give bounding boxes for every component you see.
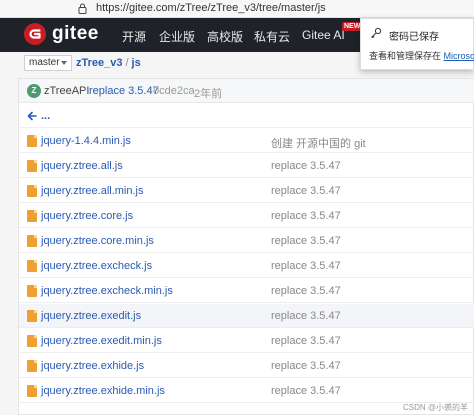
file-commit-message[interactable]: replace 3.5.47 [271,360,341,372]
commit-time: 2年前 [194,88,223,100]
file-commit-message[interactable]: replace 3.5.47 [271,160,341,172]
parent-directory-row[interactable]: ... [19,104,474,128]
table-row[interactable]: jquery-1.4.4.min.js 创建 开源中国的 git [19,129,474,153]
commit-author[interactable]: zTreeAPI [44,85,89,97]
gitee-logo-icon[interactable] [24,23,46,45]
popup-title: 密码已保存 [389,32,439,43]
lock-icon [78,3,87,14]
branch-bar: master zTree_v3/js [18,52,474,76]
nav-item-education[interactable]: 高校版 [207,28,243,45]
file-name[interactable]: jquery.ztree.core.js [41,210,133,222]
branch-name: master [29,57,60,68]
file-name[interactable]: jquery.ztree.all.js [41,160,123,172]
file-commit-message[interactable]: replace 3.5.47 [271,210,341,222]
file-name[interactable]: jquery.ztree.excheck.js [41,260,152,272]
js-file-icon [27,260,37,272]
breadcrumb-separator: / [125,57,129,69]
table-row[interactable]: jquery.ztree.exedit.min.js replace 3.5.4… [19,329,474,353]
table-row[interactable]: jquery.ztree.all.min.js replace 3.5.47 [19,179,474,203]
file-name[interactable]: jquery.ztree.exhide.min.js [41,385,165,397]
table-row[interactable]: jquery.ztree.excheck.min.js replace 3.5.… [19,279,474,303]
table-row[interactable]: jquery.ztree.exhide.min.js replace 3.5.4… [19,379,474,403]
file-name[interactable]: jquery.ztree.excheck.min.js [41,285,173,297]
table-row[interactable]: jquery.ztree.exhide.js replace 3.5.47 [19,354,474,378]
table-row[interactable]: jquery.ztree.core.js replace 3.5.47 [19,204,474,228]
js-file-icon [27,335,37,347]
nav-item-private-cloud[interactable]: 私有云 [254,28,290,45]
file-commit-message[interactable]: replace 3.5.47 [271,235,341,247]
key-icon [371,27,382,39]
js-file-icon [27,235,37,247]
table-row[interactable]: jquery.ztree.core.min.js replace 3.5.47 [19,229,474,253]
file-name[interactable]: jquery.ztree.exedit.min.js [41,335,162,347]
watermark: CSDN @小裘的羊 [402,403,468,412]
file-commit-message[interactable]: 创建 开源中国的 git [271,135,366,151]
latest-commit: Z zTreeAPI replace 3.5.47 0cde2ca 2年前 [19,79,474,103]
js-file-icon [27,360,37,372]
file-name[interactable]: jquery.ztree.all.min.js [41,185,144,197]
url-text: https://gitee.com/zTree/zTree_v3/tree/ma… [96,2,326,14]
file-table: Z zTreeAPI replace 3.5.47 0cde2ca 2年前 ..… [18,78,474,415]
table-row[interactable]: jquery.ztree.all.js replace 3.5.47 [19,154,474,178]
commit-hash[interactable]: 0cde2ca [153,85,195,97]
commit-message[interactable]: replace 3.5.47 [89,85,159,97]
avatar[interactable]: Z [27,84,41,98]
address-bar[interactable]: https://gitee.com/zTree/zTree_v3/tree/ma… [0,0,474,18]
file-name[interactable]: jquery.ztree.exedit.js [41,310,141,322]
js-file-icon [27,285,37,297]
nav-item-enterprise[interactable]: 企业版 [159,28,195,45]
js-file-icon [27,310,37,322]
breadcrumb: zTree_v3/js [76,57,141,69]
file-commit-message[interactable]: replace 3.5.47 [271,260,341,272]
nav-item-open-source[interactable]: 开源 [122,28,146,45]
file-name[interactable]: jquery.ztree.exhide.js [41,360,144,372]
parent-directory-label: ... [41,110,51,122]
file-commit-message[interactable]: replace 3.5.47 [271,335,341,347]
arrow-left-icon [27,111,37,121]
table-row[interactable]: jquery.ztree.exedit.js replace 3.5.47 [19,304,474,328]
js-file-icon [27,135,37,147]
chevron-down-icon [61,61,67,65]
js-file-icon [27,160,37,172]
breadcrumb-dir[interactable]: js [132,57,141,69]
nav-item-gitee-ai[interactable]: Gitee AI [302,28,345,42]
file-commit-message[interactable]: replace 3.5.47 [271,185,341,197]
file-commit-message[interactable]: replace 3.5.47 [271,385,341,397]
breadcrumb-repo[interactable]: zTree_v3 [76,57,122,69]
file-commit-message[interactable]: replace 3.5.47 [271,310,341,322]
file-commit-message[interactable]: replace 3.5.47 [271,285,341,297]
file-name[interactable]: jquery-1.4.4.min.js [41,135,131,147]
js-file-icon [27,385,37,397]
gitee-g-icon [29,29,41,39]
js-file-icon [27,210,37,222]
table-row[interactable]: jquery.ztree.excheck.js replace 3.5.47 [19,254,474,278]
logo-text[interactable]: gitee [52,23,99,45]
file-name[interactable]: jquery.ztree.core.min.js [41,235,154,247]
branch-select[interactable]: master [24,55,72,71]
js-file-icon [27,185,37,197]
